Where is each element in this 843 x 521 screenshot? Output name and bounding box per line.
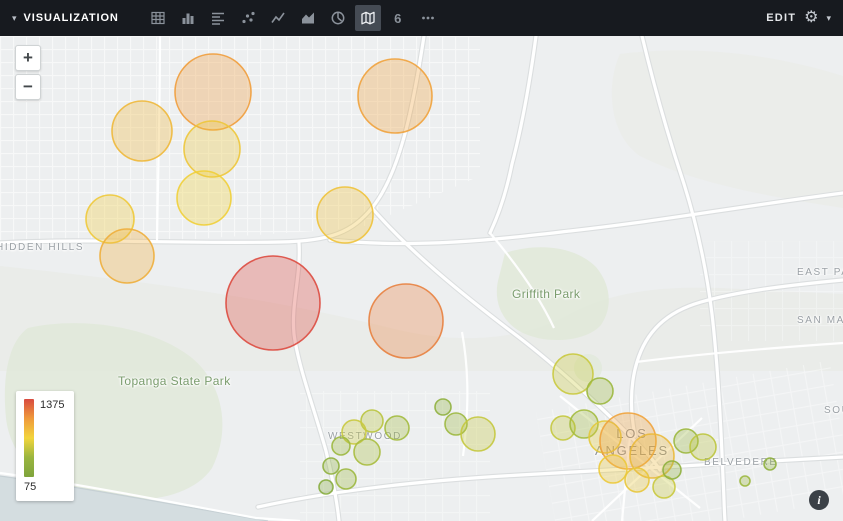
zoom-control: + − <box>15 45 41 100</box>
map-bubble[interactable] <box>369 284 443 358</box>
map-bubble[interactable] <box>764 458 776 470</box>
visualization-section-toggle[interactable]: ▾ VISUALIZATION <box>12 12 119 24</box>
app-window: ▾ VISUALIZATION 6 EDIT ⚙ ▾ <box>0 0 843 521</box>
map-bubble[interactable] <box>317 187 373 243</box>
map-bubble[interactable] <box>319 480 333 494</box>
map-bubble[interactable] <box>100 229 154 283</box>
table-icon[interactable] <box>145 5 171 31</box>
scatter-plot-icon[interactable] <box>235 5 261 31</box>
color-legend: 1375 75 <box>16 391 74 501</box>
big-number-icon[interactable]: 6 <box>385 5 411 31</box>
map-bubble[interactable] <box>226 256 320 350</box>
bar-chart-icon[interactable] <box>175 5 201 31</box>
map-icon[interactable] <box>355 5 381 31</box>
line-chart-icon[interactable] <box>265 5 291 31</box>
map-bubble[interactable] <box>663 461 681 479</box>
donut-chart-icon[interactable] <box>325 5 351 31</box>
map-bubble[interactable] <box>740 476 750 486</box>
map-bubble[interactable] <box>177 171 231 225</box>
viz-type-switcher: 6 <box>145 5 441 31</box>
map-bubble[interactable] <box>435 399 451 415</box>
map-bubble[interactable] <box>690 434 716 460</box>
map-bubble[interactable] <box>385 416 409 440</box>
map-bubble[interactable] <box>587 378 613 404</box>
info-button[interactable]: i <box>809 490 829 510</box>
map-bubble[interactable] <box>112 101 172 161</box>
map-bubble[interactable] <box>358 59 432 133</box>
map-bubble[interactable] <box>332 437 350 455</box>
legend-gradient <box>24 399 34 477</box>
legend-min-value: 75 <box>24 481 64 493</box>
map-bubble[interactable] <box>461 417 495 451</box>
map-bubble[interactable] <box>336 469 356 489</box>
section-title: VISUALIZATION <box>24 12 119 24</box>
map-bubble[interactable] <box>175 54 251 130</box>
more-options-icon[interactable] <box>415 5 441 31</box>
edit-button[interactable]: EDIT <box>766 12 796 24</box>
visualization-toolbar: ▾ VISUALIZATION 6 EDIT ⚙ ▾ <box>0 0 843 36</box>
gear-icon[interactable]: ⚙ <box>804 10 818 26</box>
map-bubble[interactable] <box>184 121 240 177</box>
map-bubble[interactable] <box>625 468 649 492</box>
chevron-down-icon[interactable]: ▾ <box>826 14 831 23</box>
zoom-in-button[interactable]: + <box>15 45 41 71</box>
text-table-icon[interactable] <box>205 5 231 31</box>
zoom-out-button[interactable]: − <box>15 74 41 100</box>
map-bubble[interactable] <box>599 455 627 483</box>
map-bubble[interactable] <box>354 439 380 465</box>
toolbar-right-controls: EDIT ⚙ ▾ <box>766 10 831 26</box>
map-bubble[interactable] <box>323 458 339 474</box>
chevron-down-icon: ▾ <box>12 14 17 23</box>
bubble-layer <box>0 36 843 521</box>
legend-max-value: 1375 <box>40 399 64 411</box>
area-chart-icon[interactable] <box>295 5 321 31</box>
map-canvas[interactable]: HIDDEN HILLSGriffith ParkTopanga State P… <box>0 36 843 521</box>
